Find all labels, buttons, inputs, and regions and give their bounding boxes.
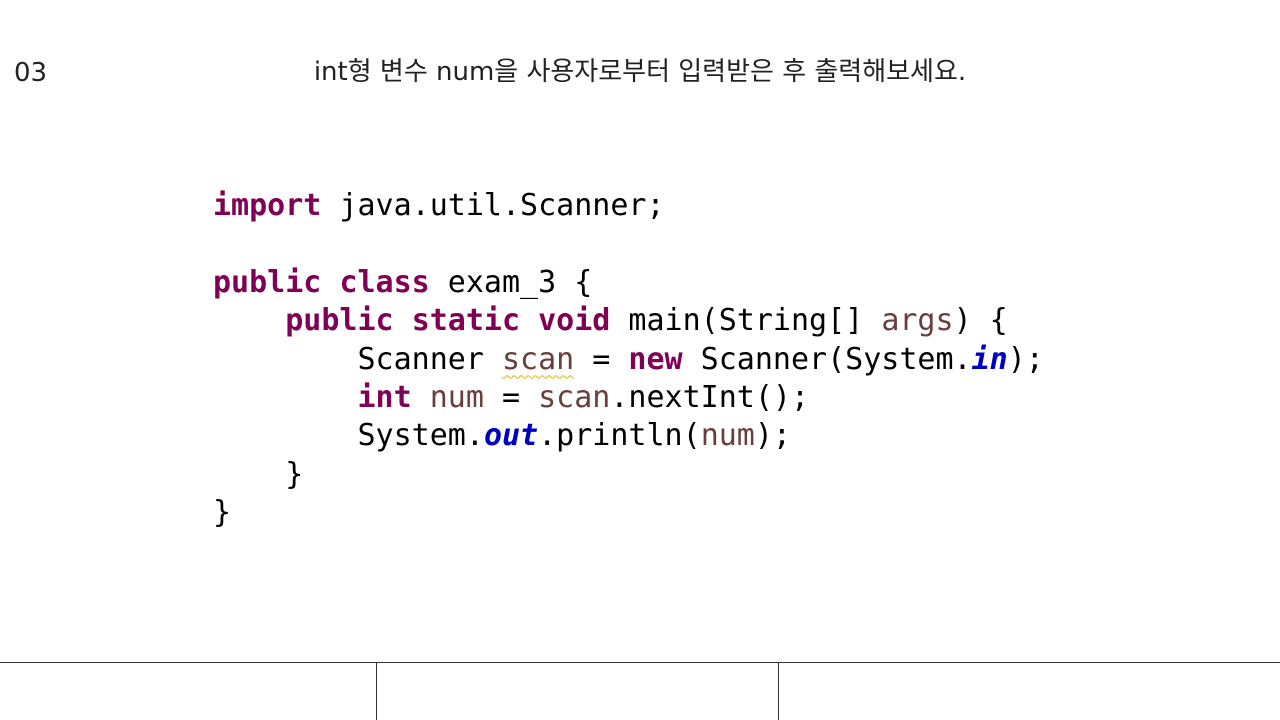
code-token-var: args (881, 303, 954, 339)
code-token-plain: ) { (953, 303, 1008, 339)
code-token-kw: int (357, 379, 412, 415)
code-line: Scanner scan = new Scanner(System.in); (213, 341, 1044, 379)
code-line: } (213, 494, 1044, 532)
code-line: } (213, 456, 1044, 494)
code-token-plain: System. (213, 418, 484, 454)
code-line: System.out.println(num); (213, 417, 1044, 455)
code-token-plain: java.util.Scanner; (321, 188, 665, 223)
code-token-field: in (971, 341, 1008, 377)
bottom-rule (0, 662, 1280, 663)
code-token-kw: static (411, 303, 521, 339)
code-token-kw: public (213, 264, 322, 300)
code-token-plain: .println( (538, 418, 701, 454)
code-token-var: num (429, 379, 484, 415)
code-token-field: out (483, 418, 539, 454)
code-token-plain: ); (1007, 341, 1044, 377)
code-token-var: num (700, 418, 755, 454)
code-token-kw: public (285, 303, 394, 339)
code-token-plain: .nextInt(); (610, 379, 810, 415)
code-token-kw: void (538, 303, 611, 339)
code-line: int num = scan.nextInt(); (213, 379, 1044, 417)
code-token-plain: } (213, 495, 232, 531)
code-token-plain: = (574, 341, 629, 377)
code-line: import java.util.Scanner; (213, 187, 1044, 225)
code-token-plain: Scanner(System. (682, 341, 972, 377)
code-block: import java.util.Scanner; public class e… (213, 187, 1044, 533)
code-line: public class exam_3 { (213, 264, 1044, 302)
code-token-plain: = (483, 379, 539, 415)
code-token-plain: } (213, 456, 304, 492)
bottom-divider-right (778, 662, 779, 720)
code-token-plain: ); (754, 418, 791, 454)
code-token-var: scan (538, 379, 611, 415)
slide-title: int형 변수 num을 사용자로부터 입력받은 후 출력해보세요. (313, 57, 967, 87)
code-token-plain: exam_3 { (429, 264, 593, 300)
code-token-var: scan (501, 341, 575, 377)
code-token-plain: Scanner (213, 341, 502, 377)
code-token-kw: class (339, 264, 430, 300)
code-line: public static void main(String[] args) { (213, 302, 1044, 340)
code-token-plain: main(String[] (610, 303, 882, 339)
code-token-kw: import (213, 188, 322, 223)
bottom-divider-left (376, 662, 377, 720)
code-token-kw: new (628, 341, 683, 377)
